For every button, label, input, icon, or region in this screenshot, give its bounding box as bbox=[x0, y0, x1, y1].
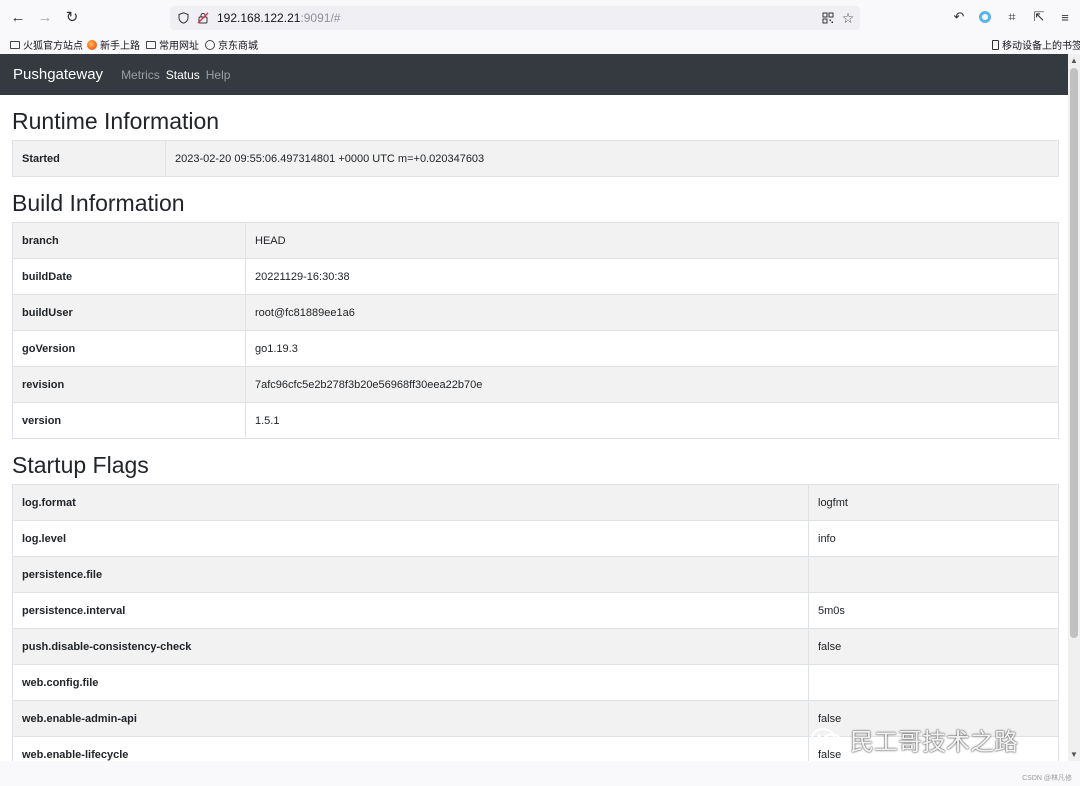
nav-link-metrics[interactable]: Metrics bbox=[121, 68, 160, 82]
wechat-icon bbox=[810, 727, 844, 753]
footer-credit: CSDN @林凡修 bbox=[1022, 775, 1072, 782]
table-row: buildUser root@fc81889ee1a6 bbox=[12, 294, 1059, 331]
url-bar[interactable]: 192.168.122.21:9091/# ☆ bbox=[170, 6, 860, 30]
page-scrollbar[interactable]: ▲ ▼ bbox=[1068, 54, 1080, 761]
table-row: log.level info bbox=[12, 520, 1059, 557]
bookmark-label: 京东商城 bbox=[218, 41, 258, 52]
forward-arrow-icon[interactable]: → bbox=[36, 8, 54, 26]
scroll-down-arrow-icon[interactable]: ▼ bbox=[1070, 750, 1078, 759]
row-key: web.enable-lifecycle bbox=[12, 736, 809, 761]
folder-icon bbox=[10, 40, 20, 49]
insecure-lock-icon[interactable] bbox=[195, 10, 211, 26]
watermark: 民工哥技术之路 bbox=[810, 722, 1018, 757]
row-key: buildUser bbox=[12, 294, 246, 331]
browser-toolbar: ← → ↻ 192.168.122.21:9091/# ☆ ↶ ⌗ ⇱ ≡ bbox=[0, 0, 1080, 34]
bookmark-label: 火狐官方站点 bbox=[23, 41, 83, 52]
hamburger-menu-icon[interactable]: ≡ bbox=[1057, 9, 1073, 25]
bookmarks-bar: 火狐官方站点 新手上路 常用网址 京东商城 移动设备上的书签 bbox=[0, 34, 1080, 54]
row-value: 1.5.1 bbox=[245, 402, 1059, 439]
main-content: Runtime Information Started 2023-02-20 09… bbox=[0, 108, 1068, 761]
row-key: web.enable-admin-api bbox=[12, 700, 809, 737]
bookmark-item[interactable]: 京东商城 bbox=[205, 37, 258, 52]
table-row: goVersion go1.19.3 bbox=[12, 330, 1059, 367]
bookmark-label: 移动设备上的书签 bbox=[1002, 41, 1080, 52]
folder-icon bbox=[146, 40, 156, 49]
runtime-heading: Runtime Information bbox=[12, 108, 220, 134]
row-value: info bbox=[808, 520, 1059, 557]
build-table: branch HEAD buildDate 20221129-16:30:38 buil… bbox=[12, 222, 1059, 439]
bookmark-item[interactable]: 常用网址 bbox=[146, 37, 199, 52]
flags-table: log.format logfmt log.level info persistence… bbox=[12, 484, 1059, 761]
crop-icon[interactable]: ⌗ bbox=[1004, 9, 1020, 25]
runtime-table: Started 2023-02-20 09:55:06.497314801 +00… bbox=[12, 140, 1059, 177]
row-key: revision bbox=[12, 366, 246, 403]
scroll-up-arrow-icon[interactable]: ▲ bbox=[1070, 56, 1078, 65]
bookmark-label: 常用网址 bbox=[159, 41, 199, 52]
row-value: false bbox=[808, 628, 1059, 665]
row-value: 7afc96cfc5e2b278f3b20e56968ff30eea22b70e bbox=[245, 366, 1059, 403]
url-path: :9091/# bbox=[300, 11, 341, 25]
row-key: version bbox=[12, 402, 246, 439]
firefox-icon bbox=[87, 39, 97, 50]
phone-icon bbox=[992, 39, 999, 50]
row-key: persistence.file bbox=[12, 556, 809, 593]
table-row: buildDate 20221129-16:30:38 bbox=[12, 258, 1059, 295]
row-value bbox=[808, 556, 1059, 593]
scrollbar-thumb[interactable] bbox=[1070, 68, 1078, 638]
row-key: goVersion bbox=[12, 330, 246, 367]
watermark-text: 民工哥技术之路 bbox=[850, 729, 1018, 756]
bookmark-star-icon[interactable]: ☆ bbox=[840, 10, 856, 26]
page-viewport: Pushgateway Metrics Status Help Runtime … bbox=[0, 54, 1068, 761]
row-key: branch bbox=[12, 222, 246, 259]
row-value bbox=[808, 664, 1059, 701]
back-arrow-icon[interactable]: ← bbox=[9, 8, 27, 26]
globe-icon bbox=[205, 39, 215, 50]
table-row: log.format logfmt bbox=[12, 484, 1059, 521]
row-key: log.level bbox=[12, 520, 809, 557]
table-row: branch HEAD bbox=[12, 222, 1059, 259]
reload-icon[interactable]: ↻ bbox=[63, 8, 81, 26]
undo-icon[interactable]: ↶ bbox=[951, 9, 967, 25]
row-key: persistence.interval bbox=[12, 592, 809, 629]
row-value: HEAD bbox=[245, 222, 1059, 259]
flags-heading: Startup Flags bbox=[12, 452, 149, 478]
shield-icon[interactable] bbox=[175, 10, 191, 26]
row-key: buildDate bbox=[12, 258, 246, 295]
row-key: log.format bbox=[12, 484, 809, 521]
build-heading: Build Information bbox=[12, 190, 185, 216]
qr-code-icon[interactable] bbox=[820, 10, 836, 26]
nav-link-help[interactable]: Help bbox=[206, 68, 231, 82]
row-value: go1.19.3 bbox=[245, 330, 1059, 367]
url-host: 192.168.122.21 bbox=[217, 11, 301, 25]
row-value: root@fc81889ee1a6 bbox=[245, 294, 1059, 331]
table-row: persistence.file bbox=[12, 556, 1059, 593]
row-key: Started bbox=[12, 140, 166, 177]
table-row: web.config.file bbox=[12, 664, 1059, 701]
table-row: Started 2023-02-20 09:55:06.497314801 +00… bbox=[12, 140, 1059, 177]
row-value: 5m0s bbox=[808, 592, 1059, 629]
row-value: 20221129-16:30:38 bbox=[245, 258, 1059, 295]
bookmark-label: 新手上路 bbox=[100, 41, 140, 52]
row-value: 2023-02-20 09:55:06.497314801 +0000 UTC … bbox=[165, 140, 1059, 177]
share-icon[interactable]: ⇱ bbox=[1031, 9, 1047, 25]
navbar: Pushgateway Metrics Status Help bbox=[0, 54, 1068, 95]
row-key: web.config.file bbox=[12, 664, 809, 701]
bottom-bar: CSDN @林凡修 bbox=[0, 761, 1080, 786]
table-row: push.disable-consistency-check false bbox=[12, 628, 1059, 665]
brand-link[interactable]: Pushgateway bbox=[13, 66, 103, 83]
nav-link-status[interactable]: Status bbox=[166, 68, 200, 82]
table-row: persistence.interval 5m0s bbox=[12, 592, 1059, 629]
row-key: push.disable-consistency-check bbox=[12, 628, 809, 665]
table-row: version 1.5.1 bbox=[12, 402, 1059, 439]
mobile-bookmarks[interactable]: 移动设备上的书签 bbox=[992, 37, 1080, 52]
table-row: revision 7afc96cfc5e2b278f3b20e56968ff30e… bbox=[12, 366, 1059, 403]
bookmark-item[interactable]: 新手上路 bbox=[87, 37, 140, 52]
row-value: logfmt bbox=[808, 484, 1059, 521]
extension-icon[interactable] bbox=[977, 9, 993, 25]
bookmark-item[interactable]: 火狐官方站点 bbox=[10, 37, 83, 52]
